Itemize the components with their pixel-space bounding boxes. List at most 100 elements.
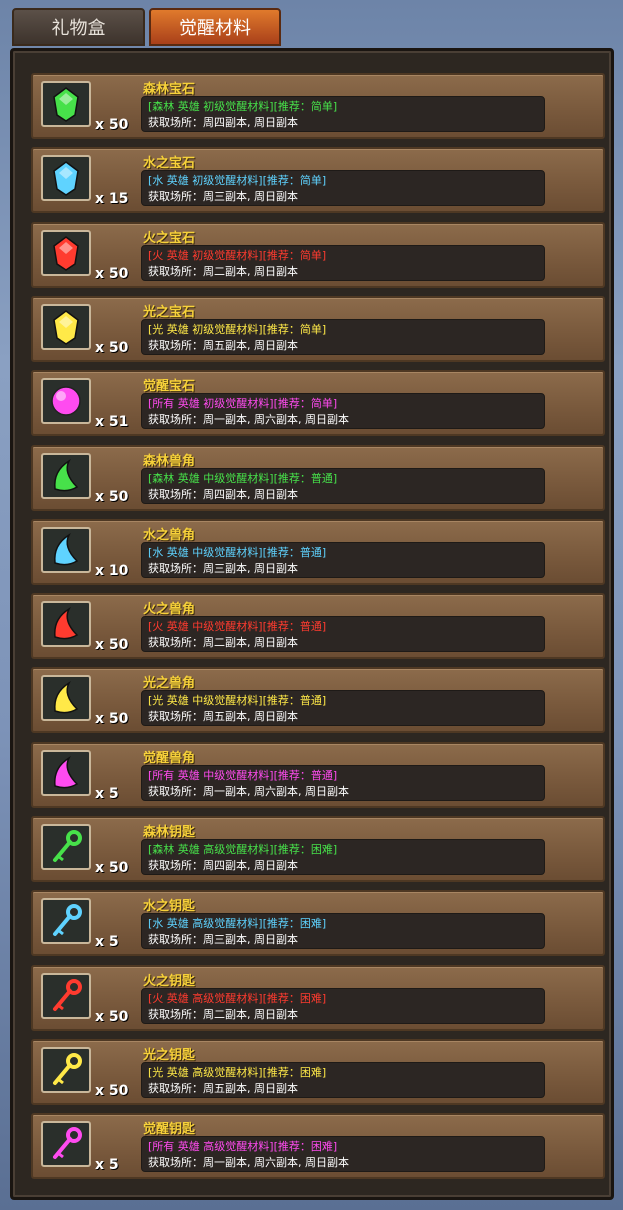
- orb-icon[interactable]: [41, 378, 91, 424]
- material-row[interactable]: x 5 觉醒钥匙 [所有 英雄 高级觉醒材料][推荐：困难] 获取场所：周一副本…: [31, 1113, 605, 1179]
- item-source: 获取场所：周四副本, 周日副本: [148, 859, 298, 872]
- material-row[interactable]: x 5 觉醒兽角 [所有 英雄 中级觉醒材料][推荐：普通] 获取场所：周一副本…: [31, 742, 605, 808]
- material-row[interactable]: x 15 水之宝石 [水 英雄 初级觉醒材料][推荐：简单] 获取场所：周三副本…: [31, 147, 605, 213]
- item-name: 火之钥匙: [143, 974, 196, 989]
- item-info-box: [森林 英雄 中级觉醒材料][推荐：普通] 获取场所：周四副本, 周日副本: [141, 468, 545, 504]
- item-info-box: [火 英雄 高级觉醒材料][推荐：困难] 获取场所：周二副本, 周日副本: [141, 988, 545, 1024]
- horn-icon[interactable]: [41, 453, 91, 499]
- gem-icon[interactable]: [41, 230, 91, 276]
- item-info-box: [水 英雄 初级觉醒材料][推荐：简单] 获取场所：周三副本, 周日副本: [141, 170, 545, 206]
- item-source: 获取场所：周三副本, 周日副本: [148, 190, 298, 203]
- item-source: 获取场所：周二副本, 周日副本: [148, 265, 298, 278]
- item-info-box: [光 英雄 中级觉醒材料][推荐：普通] 获取场所：周五副本, 周日副本: [141, 690, 545, 726]
- item-count: x 50: [95, 1009, 129, 1025]
- item-source: 获取场所：周五副本, 周日副本: [148, 339, 298, 352]
- item-tag: [所有 英雄 中级觉醒材料][推荐：普通]: [148, 769, 338, 782]
- item-tag: [光 英雄 初级觉醒材料][推荐：简单]: [148, 323, 327, 336]
- material-row[interactable]: x 50 光之钥匙 [光 英雄 高级觉醒材料][推荐：困难] 获取场所：周五副本…: [31, 1039, 605, 1105]
- item-count: x 51: [95, 414, 129, 430]
- item-source: 获取场所：周五副本, 周日副本: [148, 710, 298, 723]
- item-info-box: [所有 英雄 中级觉醒材料][推荐：普通] 获取场所：周一副本, 周六副本, 周…: [141, 765, 545, 801]
- key-icon[interactable]: [41, 973, 91, 1019]
- item-count: x 5: [95, 1157, 119, 1173]
- material-row[interactable]: x 50 火之钥匙 [火 英雄 高级觉醒材料][推荐：困难] 获取场所：周二副本…: [31, 965, 605, 1031]
- horn-icon[interactable]: [41, 527, 91, 573]
- item-info-box: [水 英雄 中级觉醒材料][推荐：普通] 获取场所：周三副本, 周日副本: [141, 542, 545, 578]
- material-row[interactable]: x 10 水之兽角 [水 英雄 中级觉醒材料][推荐：普通] 获取场所：周三副本…: [31, 519, 605, 585]
- material-row[interactable]: x 50 火之宝石 [火 英雄 初级觉醒材料][推荐：简单] 获取场所：周二副本…: [31, 222, 605, 288]
- item-count: x 50: [95, 117, 129, 133]
- item-name: 森林兽角: [143, 454, 196, 469]
- horn-icon[interactable]: [41, 601, 91, 647]
- item-name: 光之兽角: [143, 676, 196, 691]
- item-count: x 10: [95, 563, 129, 579]
- item-count: x 5: [95, 934, 119, 950]
- item-info-box: [森林 英雄 高级觉醒材料][推荐：困难] 获取场所：周四副本, 周日副本: [141, 839, 545, 875]
- item-count: x 50: [95, 340, 129, 356]
- item-tag: [所有 英雄 高级觉醒材料][推荐：困难]: [148, 1140, 338, 1153]
- item-info-box: [光 英雄 高级觉醒材料][推荐：困难] 获取场所：周五副本, 周日副本: [141, 1062, 545, 1098]
- item-name: 火之兽角: [143, 602, 196, 617]
- item-tag: [森林 英雄 高级觉醒材料][推荐：困难]: [148, 843, 338, 856]
- item-name: 光之钥匙: [143, 1048, 196, 1063]
- item-name: 水之宝石: [143, 156, 196, 171]
- material-row[interactable]: x 50 光之宝石 [光 英雄 初级觉醒材料][推荐：简单] 获取场所：周五副本…: [31, 296, 605, 362]
- item-tag: [火 英雄 中级觉醒材料][推荐：普通]: [148, 620, 327, 633]
- item-tag: [光 英雄 中级觉醒材料][推荐：普通]: [148, 694, 327, 707]
- key-icon[interactable]: [41, 1121, 91, 1167]
- material-row[interactable]: x 50 森林兽角 [森林 英雄 中级觉醒材料][推荐：普通] 获取场所：周四副…: [31, 445, 605, 511]
- item-count: x 15: [95, 191, 129, 207]
- item-info-box: [所有 英雄 初级觉醒材料][推荐：简单] 获取场所：周一副本, 周六副本, 周…: [141, 393, 545, 429]
- key-icon[interactable]: [41, 898, 91, 944]
- item-info-box: [水 英雄 高级觉醒材料][推荐：困难] 获取场所：周三副本, 周日副本: [141, 913, 545, 949]
- item-source: 获取场所：周三副本, 周日副本: [148, 562, 298, 575]
- item-source: 获取场所：周五副本, 周日副本: [148, 1082, 298, 1095]
- material-row[interactable]: x 50 森林钥匙 [森林 英雄 高级觉醒材料][推荐：困难] 获取场所：周四副…: [31, 816, 605, 882]
- item-source: 获取场所：周二副本, 周日副本: [148, 1008, 298, 1021]
- key-icon[interactable]: [41, 824, 91, 870]
- item-tag: [光 英雄 高级觉醒材料][推荐：困难]: [148, 1066, 327, 1079]
- gem-icon[interactable]: [41, 304, 91, 350]
- item-name: 觉醒宝石: [143, 379, 196, 394]
- material-row[interactable]: x 5 水之钥匙 [水 英雄 高级觉醒材料][推荐：困难] 获取场所：周三副本,…: [31, 890, 605, 956]
- item-tag: [森林 英雄 初级觉醒材料][推荐：简单]: [148, 100, 338, 113]
- item-source: 获取场所：周三副本, 周日副本: [148, 933, 298, 946]
- item-count: x 50: [95, 266, 129, 282]
- gem-icon[interactable]: [41, 155, 91, 201]
- key-icon[interactable]: [41, 1047, 91, 1093]
- item-name: 觉醒钥匙: [143, 1122, 196, 1137]
- material-row[interactable]: x 50 光之兽角 [光 英雄 中级觉醒材料][推荐：普通] 获取场所：周五副本…: [31, 667, 605, 733]
- item-source: 获取场所：周四副本, 周日副本: [148, 488, 298, 501]
- material-row[interactable]: x 50 火之兽角 [火 英雄 中级觉醒材料][推荐：普通] 获取场所：周二副本…: [31, 593, 605, 659]
- item-name: 水之兽角: [143, 528, 196, 543]
- item-source: 获取场所：周一副本, 周六副本, 周日副本: [148, 785, 349, 798]
- item-count: x 50: [95, 637, 129, 653]
- horn-icon[interactable]: [41, 675, 91, 721]
- item-tag: [水 英雄 初级觉醒材料][推荐：简单]: [148, 174, 327, 187]
- item-info-box: [光 英雄 初级觉醒材料][推荐：简单] 获取场所：周五副本, 周日副本: [141, 319, 545, 355]
- item-tag: [森林 英雄 中级觉醒材料][推荐：普通]: [148, 472, 338, 485]
- material-row[interactable]: x 51 觉醒宝石 [所有 英雄 初级觉醒材料][推荐：简单] 获取场所：周一副…: [31, 370, 605, 436]
- item-count: x 50: [95, 711, 129, 727]
- item-count: x 50: [95, 489, 129, 505]
- item-name: 光之宝石: [143, 305, 196, 320]
- item-count: x 5: [95, 786, 119, 802]
- item-tag: [水 英雄 中级觉醒材料][推荐：普通]: [148, 546, 327, 559]
- item-info-box: [森林 英雄 初级觉醒材料][推荐：简单] 获取场所：周四副本, 周日副本: [141, 96, 545, 132]
- item-source: 获取场所：周一副本, 周六副本, 周日副本: [148, 1156, 349, 1169]
- tab-awakening-materials[interactable]: 觉醒材料: [149, 8, 281, 46]
- item-info-box: [火 英雄 中级觉醒材料][推荐：普通] 获取场所：周二副本, 周日副本: [141, 616, 545, 652]
- item-source: 获取场所：周一副本, 周六副本, 周日副本: [148, 413, 349, 426]
- item-count: x 50: [95, 1083, 129, 1099]
- item-tag: [水 英雄 高级觉醒材料][推荐：困难]: [148, 917, 327, 930]
- materials-panel: x 50 森林宝石 [森林 英雄 初级觉醒材料][推荐：简单] 获取场所：周四副…: [10, 48, 614, 1200]
- item-source: 获取场所：周四副本, 周日副本: [148, 116, 298, 129]
- tab-gift-box[interactable]: 礼物盒: [12, 8, 145, 46]
- item-name: 森林钥匙: [143, 825, 196, 840]
- horn-icon[interactable]: [41, 750, 91, 796]
- item-source: 获取场所：周二副本, 周日副本: [148, 636, 298, 649]
- item-tag: [火 英雄 高级觉醒材料][推荐：困难]: [148, 992, 327, 1005]
- material-row[interactable]: x 50 森林宝石 [森林 英雄 初级觉醒材料][推荐：简单] 获取场所：周四副…: [31, 73, 605, 139]
- item-info-box: [火 英雄 初级觉醒材料][推荐：简单] 获取场所：周二副本, 周日副本: [141, 245, 545, 281]
- gem-icon[interactable]: [41, 81, 91, 127]
